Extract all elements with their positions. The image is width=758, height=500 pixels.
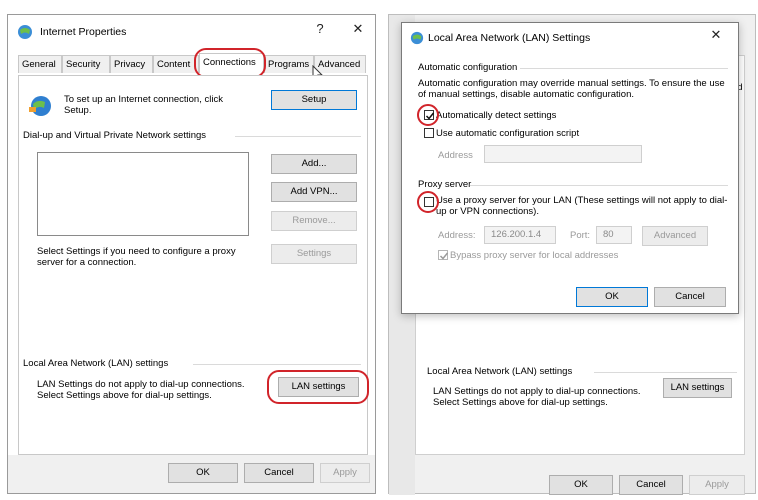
address-label: Address xyxy=(438,150,473,161)
ok-button[interactable]: OK xyxy=(168,463,238,483)
port-field[interactable]: 80 xyxy=(596,226,632,244)
close-button[interactable]: ✕ xyxy=(704,27,728,43)
proxy-hint-text: Select Settings if you need to configure… xyxy=(37,246,236,268)
cancel-button[interactable]: Cancel xyxy=(654,287,726,307)
port-label: Port: xyxy=(570,230,591,241)
lan-group-label: Local Area Network (LAN) settings xyxy=(427,366,573,377)
dialog-title: Local Area Network (LAN) Settings xyxy=(428,32,591,44)
cancel-button[interactable]: Cancel xyxy=(244,463,314,483)
use-proxy-highlight xyxy=(417,191,439,213)
divider xyxy=(594,372,737,373)
auto-script-checkbox[interactable] xyxy=(424,128,434,138)
divider xyxy=(193,364,361,365)
tab-content[interactable]: Content xyxy=(153,55,199,73)
apply-button[interactable]: Apply xyxy=(320,463,370,483)
lan-settings-button[interactable]: LAN settings xyxy=(663,378,732,398)
close-button[interactable]: ✕ xyxy=(346,21,370,37)
lan-text: LAN Settings do not apply to dial-up con… xyxy=(433,386,641,408)
network-globe-icon xyxy=(29,96,51,116)
connections-listbox[interactable] xyxy=(37,152,249,236)
tab-general[interactable]: General xyxy=(18,55,62,73)
checkmark-icon xyxy=(439,252,449,260)
advanced-button[interactable]: Advanced xyxy=(642,226,708,246)
lan-group-label: Local Area Network (LAN) settings xyxy=(23,358,169,369)
window-title: Internet Properties xyxy=(40,26,127,38)
auto-script-label[interactable]: Use automatic configuration script xyxy=(436,128,579,139)
proxy-group-label: Proxy server xyxy=(418,179,472,190)
connections-panel: To set up an Internet connection, click … xyxy=(18,75,369,455)
proxy-address-label: Address: xyxy=(438,230,476,241)
lan-text: LAN Settings do not apply to dial-up con… xyxy=(37,379,245,401)
remove-button[interactable]: Remove... xyxy=(271,211,357,231)
tab-privacy[interactable]: Privacy xyxy=(110,55,153,73)
divider xyxy=(235,136,361,137)
tab-security[interactable]: Security xyxy=(62,55,110,73)
connections-tab-highlight xyxy=(194,48,266,78)
auto-config-group-label: Automatic configuration xyxy=(418,62,518,73)
title-bar: Internet Properties ? ✕ xyxy=(8,15,375,51)
divider xyxy=(470,185,728,186)
auto-config-description: Automatic configuration may override man… xyxy=(418,78,725,100)
lan-settings-dialog: Local Area Network (LAN) Settings ✕ Auto… xyxy=(401,22,739,314)
setup-button[interactable]: Setup xyxy=(271,90,357,110)
add-button[interactable]: Add... xyxy=(271,154,357,174)
dialog-footer: OK Cancel Apply xyxy=(8,455,375,493)
ok-button[interactable]: OK xyxy=(549,475,613,495)
setup-text: To set up an Internet connection, click … xyxy=(64,94,223,116)
use-proxy-label[interactable]: Use a proxy server for your LAN (These s… xyxy=(436,195,728,217)
auto-detect-label[interactable]: Automatically detect settings xyxy=(436,110,556,121)
auto-detect-highlight xyxy=(417,104,439,126)
internet-options-icon xyxy=(18,25,32,39)
tab-programs[interactable]: Programs xyxy=(264,55,314,73)
dialup-group-label: Dial-up and Virtual Private Network sett… xyxy=(23,130,207,141)
bypass-checkbox[interactable] xyxy=(438,250,449,260)
script-address-field[interactable] xyxy=(484,145,642,163)
cancel-button[interactable]: Cancel xyxy=(619,475,683,495)
ok-button[interactable]: OK xyxy=(576,287,648,307)
settings-button[interactable]: Settings xyxy=(271,244,357,264)
internet-options-icon xyxy=(410,31,424,45)
lan-button-highlight xyxy=(267,370,369,404)
bypass-label[interactable]: Bypass proxy server for local addresses xyxy=(450,250,618,261)
apply-button[interactable]: Apply xyxy=(689,475,745,495)
add-vpn-button[interactable]: Add VPN... xyxy=(271,182,357,202)
help-button[interactable]: ? xyxy=(308,21,332,36)
divider xyxy=(520,68,728,69)
proxy-address-field[interactable]: 126.200.1.4 xyxy=(484,226,556,244)
internet-properties-window: Internet Properties ? ✕ General Security… xyxy=(7,14,376,494)
